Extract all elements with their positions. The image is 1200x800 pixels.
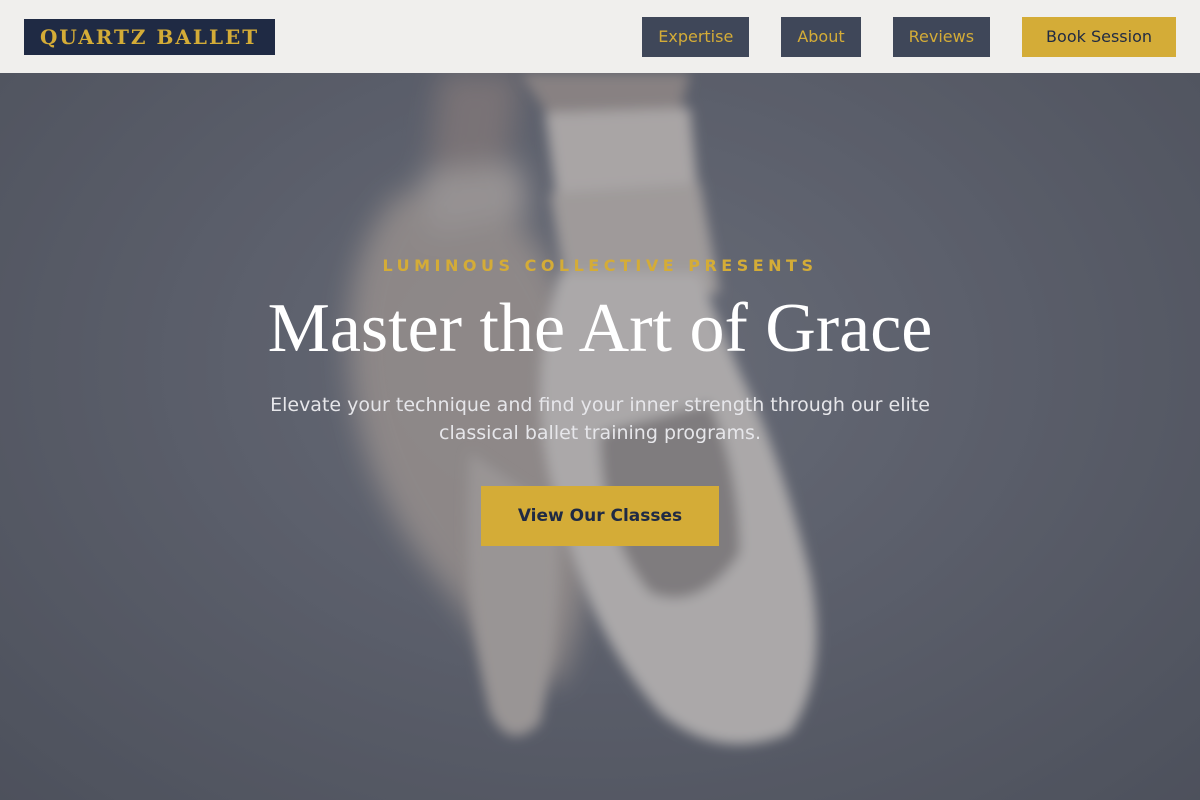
hero-eyebrow: LUMINOUS COLLECTIVE PRESENTS	[382, 256, 818, 275]
hero-section: LUMINOUS COLLECTIVE PRESENTS Master the …	[0, 73, 1200, 800]
site-header: QUARTZ BALLET Expertise About Reviews Bo…	[0, 0, 1200, 73]
nav-link-expertise[interactable]: Expertise	[642, 16, 750, 57]
hero-subtitle: Elevate your technique and find your inn…	[270, 394, 930, 444]
book-session-button[interactable]: Book Session	[1022, 16, 1176, 57]
logo[interactable]: QUARTZ BALLET	[24, 18, 276, 55]
nav-link-about[interactable]: About	[781, 16, 861, 57]
hero-title: Master the Art of Grace	[267, 290, 933, 367]
view-classes-button[interactable]: View Our Classes	[481, 486, 719, 546]
main-nav: Expertise About Reviews Book Session	[642, 16, 1176, 57]
nav-link-reviews[interactable]: Reviews	[892, 16, 991, 57]
